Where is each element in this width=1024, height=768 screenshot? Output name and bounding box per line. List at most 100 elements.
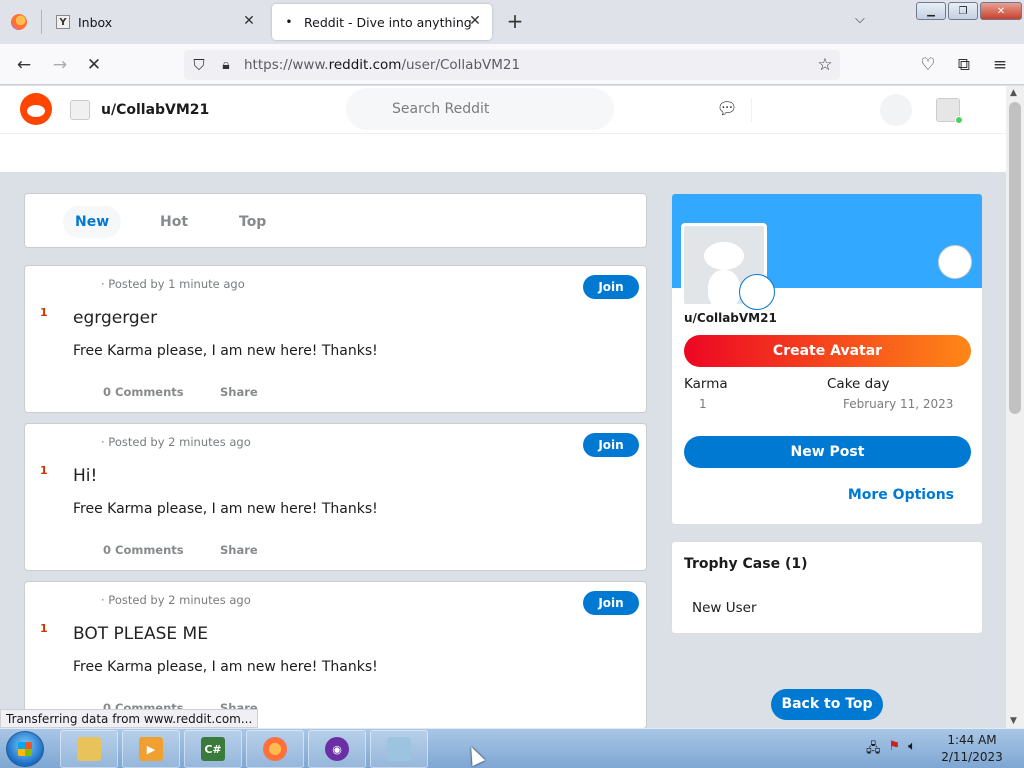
sort-bar: New Hot Top xyxy=(24,193,647,248)
lock-icon[interactable]: 🔒︎ xyxy=(215,54,237,76)
browser-status-bar: Transferring data from www.reddit.com... xyxy=(0,709,259,728)
window-controls: ▁ ❐ ✕ xyxy=(916,2,1022,20)
chat-icon[interactable]: 💬︎ xyxy=(716,99,738,119)
clock-date: 2/11/2023 xyxy=(941,750,1003,764)
post-body: Free Karma please, I am new here! Thanks… xyxy=(73,501,378,517)
user-profile-icon xyxy=(70,100,90,120)
back-arrow-icon[interactable]: ← xyxy=(13,54,35,76)
windows-taskbar: ▶ C# ◉ 🖧︎ ⚑ 🔈︎ 1:44 AM 2/11/2023 xyxy=(0,728,1024,768)
start-button[interactable] xyxy=(6,731,44,767)
vote-count: 1 xyxy=(40,464,48,477)
explorer-taskbar-icon[interactable] xyxy=(60,730,118,768)
post-card[interactable]: 1 · Posted by 1 minute ago Join egrgerge… xyxy=(24,265,647,413)
tab-inbox[interactable]: Y Inbox ✕ xyxy=(42,4,266,40)
share-button[interactable]: Share xyxy=(220,543,258,557)
trophy-case: Trophy Case (1) New User xyxy=(671,541,983,634)
user-avatar[interactable] xyxy=(936,98,963,124)
online-indicator xyxy=(955,116,963,124)
close-window-icon[interactable]: ✕ xyxy=(980,2,1022,20)
pocket-icon[interactable]: ♡ xyxy=(917,54,939,76)
browser-nav-bar: ← → ✕ ⛉ 🔒︎ https://www.reddit.com/user/C… xyxy=(0,44,1024,85)
volume-icon[interactable]: 🔈︎ xyxy=(908,739,916,761)
header-divider xyxy=(751,98,752,122)
browser-tab-bar: Y Inbox ✕ • Reddit - Dive into anything … xyxy=(0,0,1024,44)
edit-banner-icon[interactable] xyxy=(938,245,972,279)
new-post-button[interactable]: New Post xyxy=(684,436,971,468)
sort-tab-top[interactable]: Top xyxy=(227,206,278,238)
list-all-tabs-icon[interactable]: ⌵ xyxy=(855,12,865,27)
post-meta: · Posted by 2 minutes ago xyxy=(101,593,251,607)
karma-label: Karma xyxy=(684,376,728,392)
snoo-icon xyxy=(704,242,744,270)
create-avatar-button[interactable]: Create Avatar xyxy=(684,335,971,367)
karma-value: 1 xyxy=(699,397,707,411)
firefox-icon[interactable] xyxy=(11,14,27,30)
windows-logo-icon xyxy=(18,742,32,756)
scroll-up-icon[interactable]: ▲ xyxy=(1010,88,1017,98)
reddit-header: u/CollabVM21 Search Reddit 💬︎ xyxy=(0,86,1006,134)
notification-placeholder[interactable] xyxy=(880,94,912,126)
vote-count: 1 xyxy=(40,622,48,635)
back-to-top-button[interactable]: Back to Top xyxy=(771,689,883,720)
vote-count: 1 xyxy=(40,306,48,319)
search-input[interactable]: Search Reddit xyxy=(346,88,614,130)
sort-tab-new[interactable]: New xyxy=(63,206,122,238)
edit-avatar-icon[interactable] xyxy=(739,274,775,310)
url-text[interactable]: https://www.reddit.com/user/CollabVM21 xyxy=(244,57,520,73)
clock-time: 1:44 AM xyxy=(947,733,997,747)
tab-label: Inbox xyxy=(78,14,113,30)
current-page-username[interactable]: u/CollabVM21 xyxy=(101,102,209,118)
system-tray: 🖧︎ ⚑ 🔈︎ xyxy=(866,739,916,761)
post-body: Free Karma please, I am new here! Thanks… xyxy=(73,343,378,359)
tab-reddit[interactable]: • Reddit - Dive into anything ✕ xyxy=(272,4,492,40)
menu-icon[interactable]: ≡ xyxy=(989,54,1011,76)
app-taskbar-icon[interactable]: ◉ xyxy=(308,730,366,768)
post-title[interactable]: Hi! xyxy=(73,466,97,486)
close-tab-icon[interactable]: ✕ xyxy=(466,13,484,29)
extensions-icon[interactable]: ⧉ xyxy=(953,54,975,76)
system-clock[interactable]: 1:44 AM 2/11/2023 xyxy=(940,732,1004,766)
maximize-icon[interactable]: ❐ xyxy=(948,2,978,20)
comments-button[interactable]: 0 Comments xyxy=(103,385,184,399)
csharp-taskbar-icon[interactable]: C# xyxy=(184,730,242,768)
shield-icon[interactable]: ⛉ xyxy=(188,54,210,76)
cake-day-label: Cake day xyxy=(827,376,890,392)
action-center-icon[interactable]: ⚑ xyxy=(889,739,901,761)
yahoo-mail-icon: Y xyxy=(56,15,70,29)
scroll-thumb[interactable] xyxy=(1009,102,1021,414)
page-scrollbar[interactable]: ▲ ▼ xyxy=(1006,86,1024,728)
join-button[interactable]: Join xyxy=(583,433,639,457)
post-title[interactable]: egrgerger xyxy=(73,308,157,328)
notepad-taskbar-icon[interactable] xyxy=(370,730,428,768)
profile-handle: u/CollabVM21 xyxy=(684,311,777,325)
join-button[interactable]: Join xyxy=(583,591,639,615)
post-title[interactable]: BOT PLEASE ME xyxy=(73,624,208,644)
trophy-item[interactable]: New User xyxy=(692,600,757,616)
post-card[interactable]: 1 · Posted by 2 minutes ago Join BOT PLE… xyxy=(24,581,647,729)
comments-button[interactable]: 0 Comments xyxy=(103,543,184,557)
forward-arrow-icon[interactable]: → xyxy=(49,54,71,76)
minimize-icon[interactable]: ▁ xyxy=(916,2,946,20)
tab-label: Reddit - Dive into anything xyxy=(304,14,472,30)
share-button[interactable]: Share xyxy=(220,385,258,399)
reddit-logo-icon[interactable] xyxy=(20,93,52,125)
sort-tab-hot[interactable]: Hot xyxy=(148,206,200,238)
cake-day-value: February 11, 2023 xyxy=(843,397,954,411)
post-meta: · Posted by 2 minutes ago xyxy=(101,435,251,449)
profile-card: u/CollabVM21 Create Avatar Karma 1 Cake … xyxy=(671,193,983,525)
new-tab-icon[interactable]: + xyxy=(504,10,526,34)
firefox-taskbar-icon[interactable] xyxy=(246,730,304,768)
stop-loading-icon[interactable]: ✕ xyxy=(83,54,105,76)
scroll-down-icon[interactable]: ▼ xyxy=(1010,716,1017,726)
more-options-link[interactable]: More Options xyxy=(848,487,954,503)
profile-subheader xyxy=(0,134,1006,172)
post-card[interactable]: 1 · Posted by 2 minutes ago Join Hi! Fre… xyxy=(24,423,647,571)
url-bar[interactable]: ⛉ 🔒︎ https://www.reddit.com/user/CollabV… xyxy=(184,50,840,80)
loading-dot-icon: • xyxy=(285,16,293,28)
close-tab-icon[interactable]: ✕ xyxy=(240,13,258,29)
network-icon[interactable]: 🖧︎ xyxy=(866,739,881,761)
bookmark-star-icon[interactable]: ☆ xyxy=(814,54,836,76)
trophy-case-title: Trophy Case (1) xyxy=(684,556,808,572)
join-button[interactable]: Join xyxy=(583,275,639,299)
media-player-taskbar-icon[interactable]: ▶ xyxy=(122,730,180,768)
